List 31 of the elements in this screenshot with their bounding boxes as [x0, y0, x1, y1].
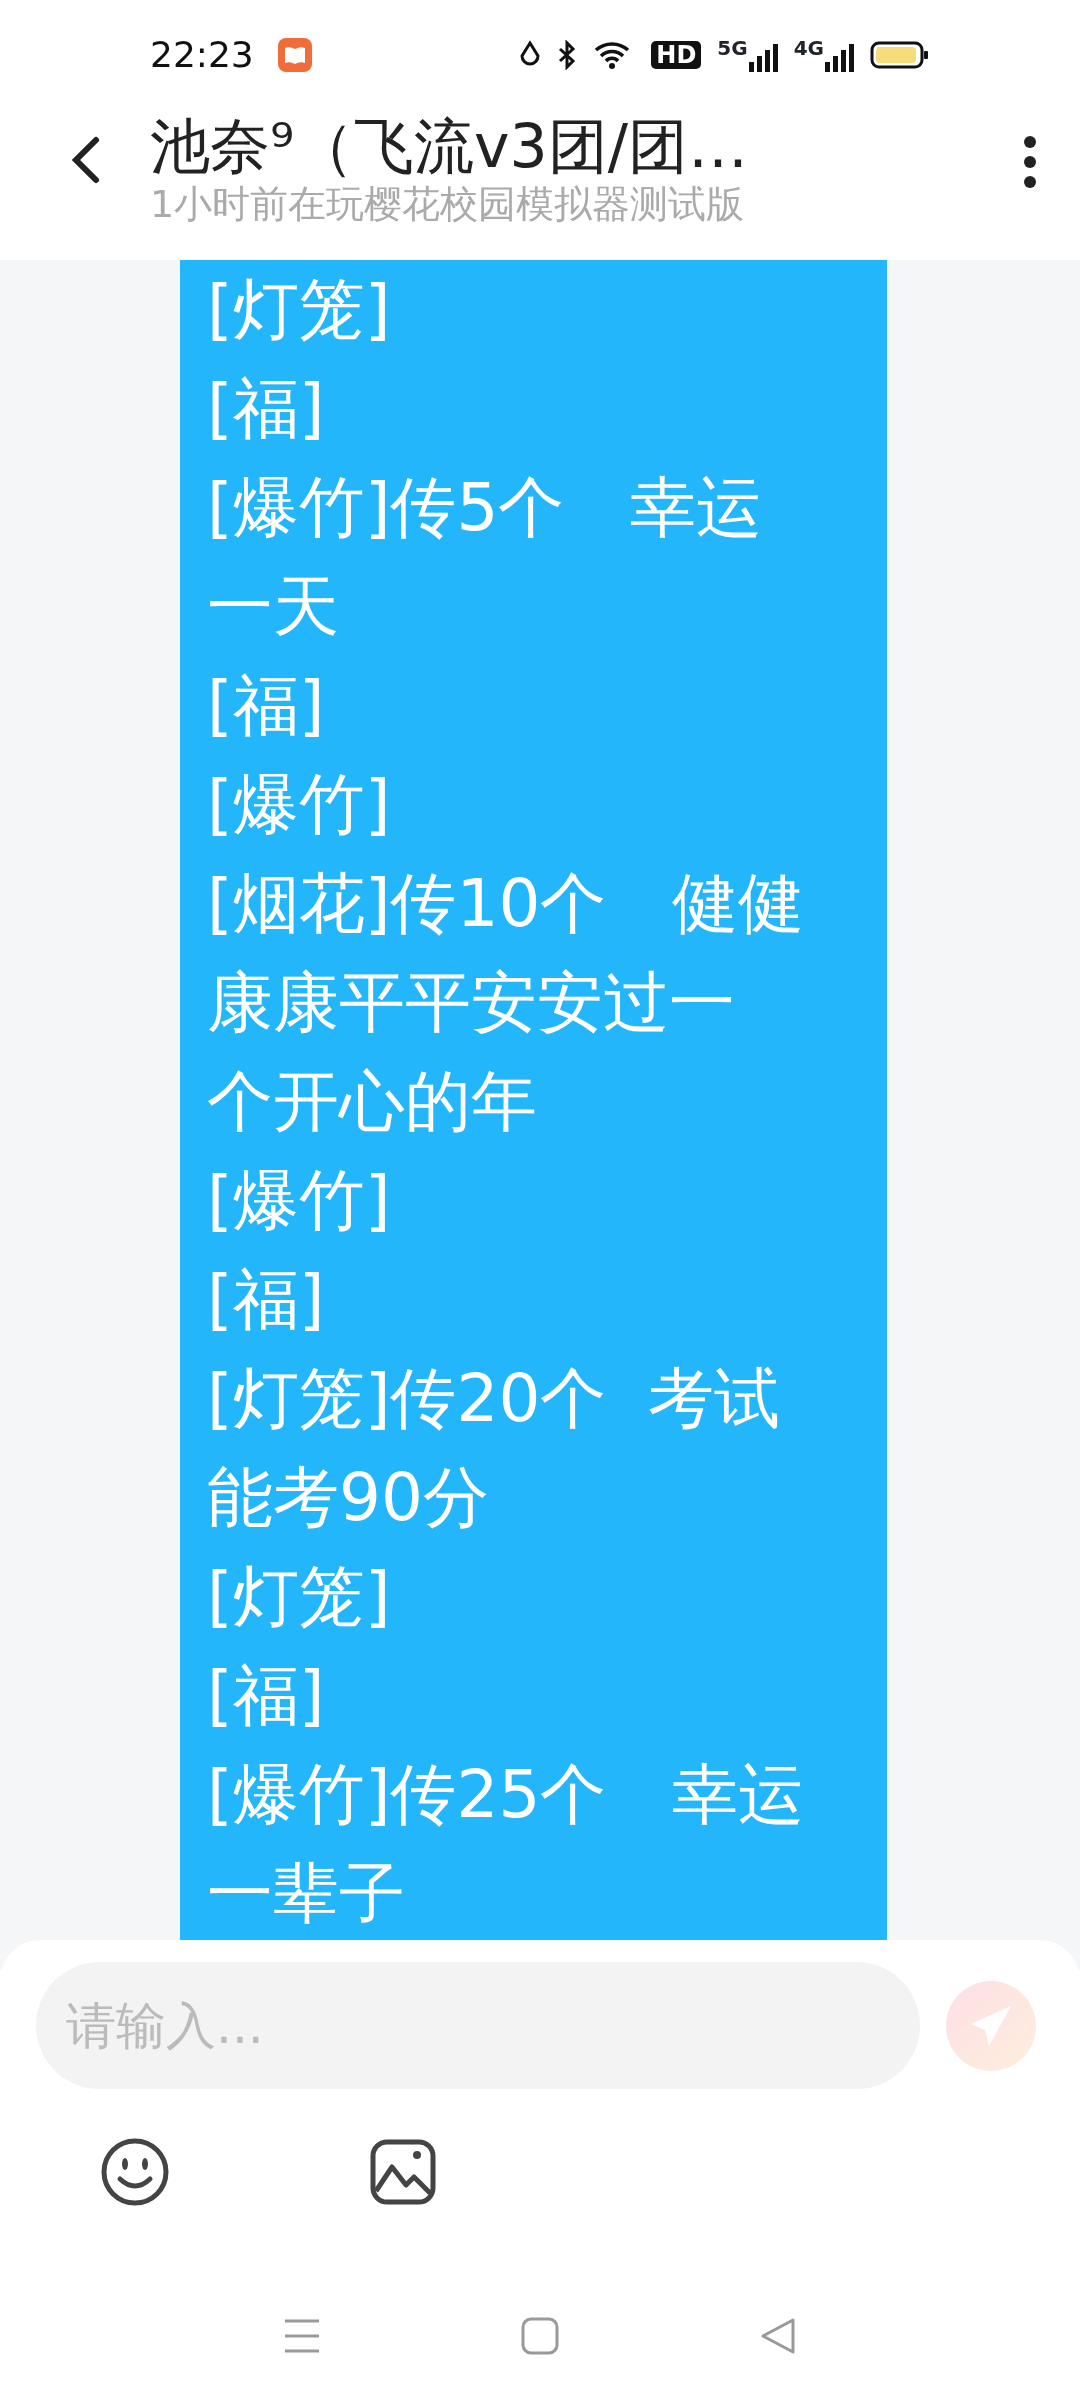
message-line: [福]: [207, 1260, 326, 1340]
message-line: [灯笼]传20个 考试: [207, 1359, 782, 1439]
battery-icon: [870, 40, 930, 70]
back-button[interactable]: [70, 134, 102, 186]
hd-badge: HD: [651, 41, 702, 69]
back-nav-button[interactable]: [759, 2317, 797, 2355]
book-app-icon: [277, 38, 312, 72]
message-line: 康康平平安安过一: [207, 963, 736, 1043]
status-time: 22:23: [150, 33, 254, 77]
menu-button[interactable]: [283, 2317, 321, 2355]
message-line: [灯笼]: [207, 1557, 392, 1637]
message-line: [爆竹]传5个 幸运: [207, 468, 764, 548]
message-input[interactable]: 请输入...: [36, 1962, 920, 2089]
message-line: 一辈子: [207, 1854, 406, 1934]
chat-title: 池奈⁹（飞流v3团/团…: [150, 110, 749, 182]
message-line: [爆竹]: [207, 1161, 392, 1241]
message-line: [福]: [207, 1656, 326, 1736]
message-line: 能考90分: [207, 1458, 490, 1538]
image-button[interactable]: [370, 2139, 436, 2205]
message-line: [福]: [207, 666, 326, 746]
message-line: 个开心的年: [207, 1062, 538, 1142]
activity-status: 1小时前在玩樱花校园模拟器测试版: [150, 182, 746, 228]
home-button[interactable]: [521, 2317, 559, 2355]
emoji-button[interactable]: [100, 2137, 170, 2207]
message-line: [福]: [207, 369, 326, 449]
message-line: [灯笼]: [207, 270, 392, 350]
bluetooth-icon: [557, 40, 578, 70]
message-line: [爆竹]: [207, 765, 392, 845]
message-line: [爆竹]传25个 幸运: [207, 1755, 806, 1835]
message-line: 一天: [207, 567, 340, 647]
message-line: [烟花]传10个 健健: [207, 864, 806, 944]
